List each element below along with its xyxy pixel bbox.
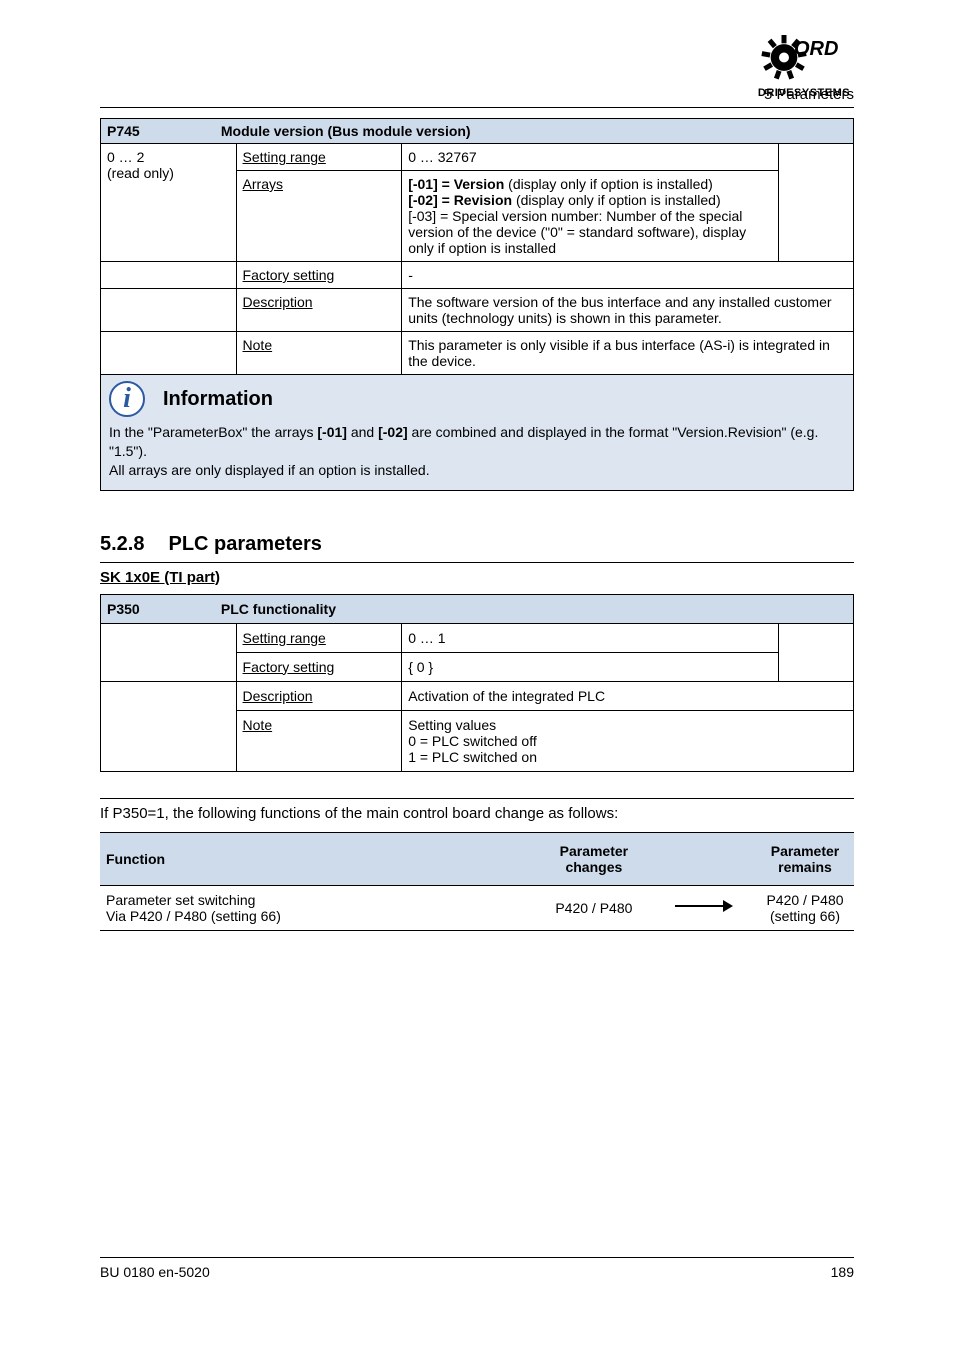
table-row: Parameter set switching Via P420 / P480 … <box>100 885 854 930</box>
value-description: The software version of the bus interfac… <box>402 289 854 332</box>
label-factory: Factory setting <box>236 262 402 289</box>
logo-subtitle: DRIVESYSTEMS <box>754 87 854 99</box>
section-heading: 5.2.8 PLC parameters <box>100 533 854 556</box>
label-factory: Factory setting <box>236 652 402 681</box>
footer-doc-id: BU 0180 en-5020 <box>100 1264 210 1280</box>
array-index: 0 … 2 <box>107 149 230 165</box>
logo: ORD DRIVESYSTEMS <box>754 30 854 99</box>
arrays-content: [-01] = Version (display only if option … <box>402 171 779 262</box>
remains-cell: P420 / P480 (setting 66) <box>756 885 854 930</box>
footer-page-number: 189 <box>831 1264 854 1280</box>
col-param-remains: Parameter remains <box>756 832 854 885</box>
col-param-changes: Parameter changes <box>537 832 650 885</box>
info-label: Information <box>163 388 273 411</box>
note-content: Setting values 0 = PLC switched off 1 = … <box>402 710 854 771</box>
value-factory: - <box>402 262 854 289</box>
param-code: P350 <box>107 601 217 617</box>
label-description: Description <box>236 289 402 332</box>
section-number: 5.2.8 <box>100 533 144 555</box>
label-setting-range: Setting range <box>236 623 402 652</box>
spacer <box>101 681 237 771</box>
spacer <box>101 623 237 681</box>
spacer-cell <box>778 144 853 262</box>
label-setting-range: Setting range <box>236 144 402 171</box>
func-caption: If P350=1, the following functions of th… <box>100 798 854 822</box>
page-footer: BU 0180 en-5020 189 <box>100 1257 854 1280</box>
param-code: P745 <box>107 123 217 139</box>
section-subtitle: SK 1x0E (TI part) <box>100 569 854 586</box>
param-title: Module version (Bus module version) <box>221 123 471 139</box>
value-note: This parameter is only visible if a bus … <box>402 332 854 375</box>
param-table-p350: P350 PLC functionality Setting range 0 …… <box>100 594 854 772</box>
changes-cell: P420 / P480 <box>537 885 650 930</box>
param-table-p745: P745 Module version (Bus module version)… <box>100 118 854 491</box>
info-icon: i <box>109 381 145 417</box>
value-factory: { 0 } <box>402 652 779 681</box>
value-setting-range: 0 … 1 <box>402 623 779 652</box>
value-setting-range: 0 … 32767 <box>402 144 779 171</box>
param-title: PLC functionality <box>221 601 336 617</box>
label-description: Description <box>236 681 402 710</box>
info-header: i Information <box>101 375 853 423</box>
col-function: Function <box>100 832 537 885</box>
table-head: P745 Module version (Bus module version) <box>101 119 854 144</box>
array-index-cell: 0 … 2 (read only) <box>101 144 237 262</box>
section-title: PLC parameters <box>168 533 321 555</box>
value-description: Activation of the integrated PLC <box>402 681 854 710</box>
function-change-table: Function Parameter changes Parameter rem… <box>100 832 854 931</box>
spacer <box>101 262 237 289</box>
read-only-note: (read only) <box>107 165 230 181</box>
page-section-title: 5 Parameters <box>100 86 854 108</box>
spacer <box>101 289 237 332</box>
spacer <box>650 832 756 885</box>
nord-gear-logo: ORD <box>754 30 854 85</box>
table-head: P350 PLC functionality <box>101 594 854 623</box>
label-note: Note <box>236 710 402 771</box>
label-arrays: Arrays <box>236 171 402 262</box>
info-text: In the "ParameterBox" the arrays [-01] a… <box>101 423 853 490</box>
spacer <box>778 623 853 681</box>
func-cell: Parameter set switching Via P420 / P480 … <box>100 885 537 930</box>
arrow-right-icon <box>673 896 733 916</box>
svg-text:ORD: ORD <box>794 38 838 60</box>
spacer <box>101 332 237 375</box>
arrow-cell <box>650 885 756 930</box>
label-note: Note <box>236 332 402 375</box>
